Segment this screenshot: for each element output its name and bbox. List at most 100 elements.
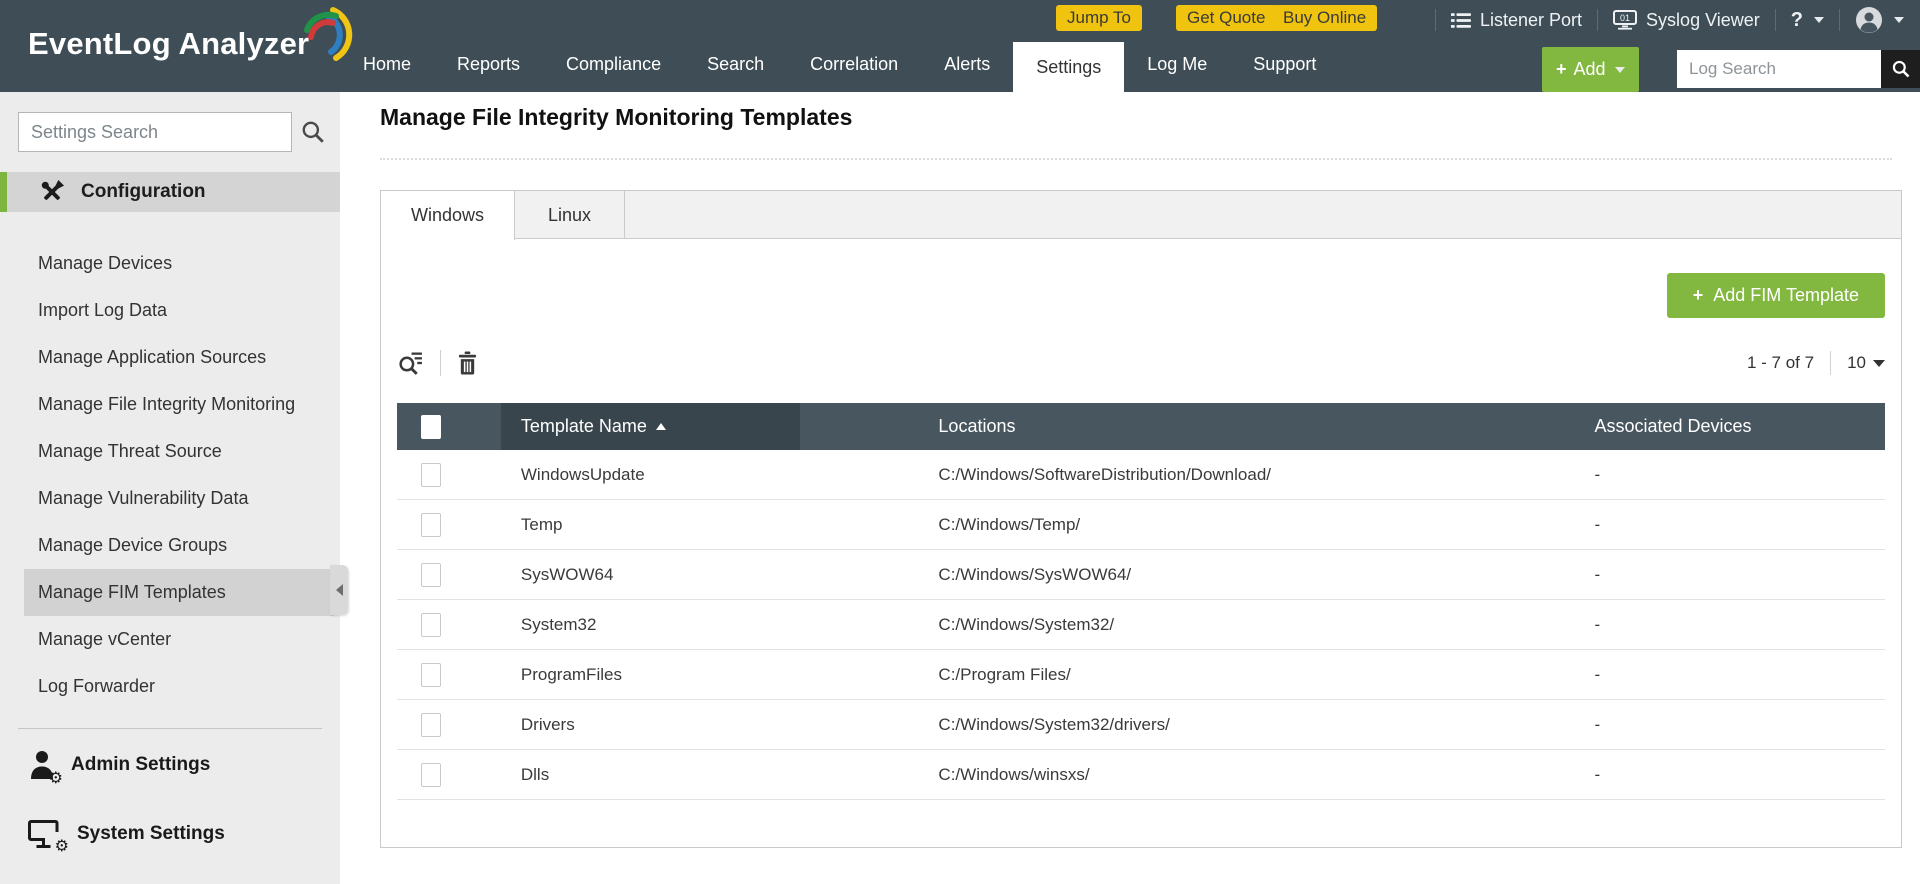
column-label: Locations (938, 416, 1016, 436)
log-search-input[interactable] (1677, 50, 1881, 88)
settings-search-button[interactable] (300, 119, 326, 145)
listener-port-icon (1450, 12, 1471, 28)
nav-item[interactable]: Home (340, 36, 434, 92)
sidebar-item[interactable]: Import Log Data (0, 287, 340, 334)
admin-settings-label: Admin Settings (71, 754, 211, 775)
app-logo-text: EventLog Analyzer (28, 26, 310, 61)
tools-icon (37, 178, 67, 206)
nav-item[interactable]: Log Me (1124, 36, 1230, 92)
page-title: Manage File Integrity Monitoring Templat… (380, 104, 853, 130)
syslog-viewer-icon: 01 (1613, 10, 1638, 30)
associated-devices-cell: - (1594, 564, 1601, 584)
select-all-checkbox[interactable] (421, 414, 441, 439)
help-menu-button[interactable]: ? (1791, 9, 1824, 32)
admin-user-gear-icon (28, 750, 63, 786)
chevron-down-icon (1814, 17, 1824, 23)
column-search-icon[interactable] (397, 350, 424, 376)
row-checkbox[interactable] (421, 512, 441, 537)
page-size-select[interactable]: 10 (1847, 353, 1885, 373)
template-name-cell[interactable]: WindowsUpdate (501, 450, 801, 499)
fim-templates-table: Template Name Locations Associated Devic… (397, 403, 1885, 800)
table-row: WindowsUpdate C:/Windows/SoftwareDistrib… (397, 450, 1885, 500)
main-nav: Home Reports Compliance Search Correlati… (340, 36, 1339, 92)
template-name-cell[interactable]: Drivers (501, 700, 801, 749)
table-row: Temp C:/Windows/Temp/ - (397, 500, 1885, 550)
associated-devices-cell: - (1594, 514, 1601, 534)
nav-item[interactable]: Support (1230, 36, 1339, 92)
fim-templates-panel: Windows Linux Add FIM Template (380, 190, 1902, 848)
template-name-cell[interactable]: SysWOW64 (501, 550, 801, 599)
row-checkbox-cell (397, 600, 501, 649)
row-checkbox-cell (397, 500, 501, 549)
add-fim-template-button[interactable]: Add FIM Template (1666, 273, 1885, 318)
sidebar-item[interactable]: Manage Vulnerability Data (0, 475, 340, 522)
nav-item[interactable]: Reports (434, 36, 543, 92)
listener-port-label: Listener Port (1479, 9, 1583, 30)
plus-icon (1693, 285, 1704, 306)
column-header-template-name[interactable]: Template Name (500, 403, 801, 450)
divider (440, 350, 441, 376)
template-name-cell[interactable]: System32 (501, 600, 801, 649)
delete-trash-icon[interactable] (457, 351, 478, 375)
jump-to-button[interactable]: Jump To (1056, 5, 1142, 31)
row-checkbox[interactable] (421, 662, 441, 687)
listener-port-button[interactable]: Listener Port (1450, 9, 1583, 31)
row-checkbox-cell (397, 550, 501, 599)
table-body: WindowsUpdate C:/Windows/SoftwareDistrib… (397, 450, 1885, 800)
row-checkbox[interactable] (421, 612, 441, 637)
associated-devices-cell: - (1594, 664, 1601, 684)
sidebar-item[interactable]: Manage Devices (0, 240, 340, 287)
column-header-associated-devices[interactable]: Associated Devices (1539, 403, 1885, 450)
row-checkbox[interactable] (421, 762, 441, 787)
row-checkbox-cell (397, 650, 501, 699)
buy-online-button[interactable]: Buy Online (1272, 5, 1378, 31)
sidebar-item[interactable]: Manage FIM Templates (0, 569, 340, 616)
nav-item[interactable]: Alerts (921, 36, 1013, 92)
divider (1597, 9, 1599, 31)
log-search-button[interactable] (1881, 50, 1920, 88)
divider (1774, 9, 1776, 31)
nav-item[interactable]: Search (684, 36, 787, 92)
app-logo[interactable]: EventLog Analyzer (28, 7, 355, 64)
sidebar-item[interactable]: Manage Application Sources (0, 334, 340, 381)
sidebar-item[interactable]: Manage Threat Source (0, 428, 340, 475)
row-checkbox[interactable] (421, 462, 441, 487)
syslog-viewer-button[interactable]: 01 Syslog Viewer (1613, 10, 1760, 31)
sidebar-item[interactable]: Manage File Integrity Monitoring (0, 381, 340, 428)
tab[interactable]: Windows (381, 191, 516, 240)
template-name-cell[interactable]: Dlls (501, 750, 801, 799)
sidebar-item-admin-settings[interactable]: Admin Settings (28, 750, 211, 786)
sidebar-item[interactable]: Log Forwarder (0, 663, 340, 710)
nav-item[interactable]: Correlation (787, 36, 921, 92)
sidebar-item[interactable]: Manage Device Groups (0, 522, 340, 569)
column-header-locations[interactable]: Locations (800, 403, 1539, 450)
pagination-range: 1 - 7 of 7 (1746, 353, 1815, 372)
settings-search-input[interactable] (19, 113, 291, 151)
row-checkbox[interactable] (421, 562, 441, 587)
table-row: Drivers C:/Windows/System32/drivers/ - (397, 700, 1885, 750)
nav-item[interactable]: Compliance (543, 36, 684, 92)
chevron-down-icon (1894, 17, 1904, 23)
row-checkbox[interactable] (421, 712, 441, 737)
sidebar-collapse-handle[interactable] (330, 565, 348, 615)
divider (1434, 9, 1436, 31)
eventlog-analyzer-app: { "colors": { "header_bg": "#3f4e56", "b… (0, 0, 1920, 884)
template-name-cell[interactable]: ProgramFiles (501, 650, 801, 699)
sidebar-item[interactable]: Manage vCenter (0, 616, 340, 663)
get-quote-button[interactable]: Get Quote (1176, 5, 1277, 31)
sidebar-item-system-settings[interactable]: System Settings (28, 820, 225, 854)
nav-item[interactable]: Settings (1013, 42, 1125, 92)
add-button-label: Add (1573, 59, 1606, 79)
location-cell: C:/Windows/SysWOW64/ (938, 564, 1132, 584)
search-icon (1892, 60, 1910, 78)
add-button[interactable]: Add (1542, 47, 1639, 92)
location-cell: C:/Windows/Temp/ (938, 514, 1081, 534)
tab[interactable]: Linux (515, 191, 626, 239)
template-name-cell[interactable]: Temp (501, 500, 801, 549)
sidebar-item-label: Manage vCenter (38, 629, 172, 649)
user-menu-button[interactable] (1855, 6, 1904, 34)
table-row: SysWOW64 C:/Windows/SysWOW64/ - (397, 550, 1885, 600)
sidebar-section-configuration[interactable]: Configuration (0, 172, 340, 212)
system-monitor-gear-icon (28, 820, 69, 854)
table-row: Dlls C:/Windows/winsxs/ - (397, 750, 1885, 800)
